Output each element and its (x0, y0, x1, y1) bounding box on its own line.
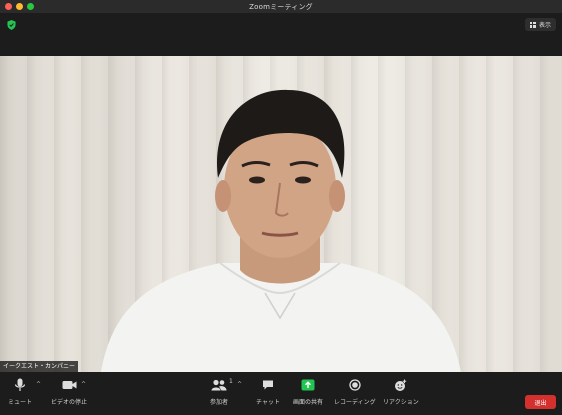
mute-label: ミュート (8, 399, 33, 406)
close-window-button[interactable] (5, 3, 12, 10)
participant-name-label: イークエスト・カンパニー (0, 361, 79, 372)
chat-button[interactable]: チャット (256, 376, 280, 406)
recording-button[interactable]: レコーディング (334, 376, 376, 406)
reactions-label: リアクション (383, 399, 419, 406)
view-label: 表示 (538, 22, 551, 29)
emoji-reaction-icon (392, 376, 410, 394)
reactions-button[interactable]: リアクション (383, 376, 419, 406)
window-controls (5, 3, 34, 10)
chat-label: チャット (256, 399, 280, 406)
participant-video-image (101, 89, 461, 372)
participants-icon (210, 376, 228, 394)
chat-bubble-icon (259, 376, 277, 394)
microphone-icon (11, 376, 29, 394)
window-titlebar: Zoomミーティング (0, 0, 562, 13)
recording-label: レコーディング (334, 399, 376, 406)
share-screen-button[interactable]: 画面の共有 (293, 376, 323, 406)
end-meeting-button[interactable]: 退出 (525, 395, 556, 409)
window-title: Zoomミーティング (249, 2, 313, 11)
participants-button[interactable]: 参加者 (210, 376, 228, 406)
video-feed: イークエスト・カンパニー (0, 56, 562, 372)
participants-count-badge: 1 (229, 378, 233, 385)
mute-button[interactable]: ミュート (8, 376, 32, 406)
view-button[interactable]: 表示 (524, 18, 556, 31)
minimize-window-button[interactable] (16, 3, 23, 10)
stop-video-label: ビデオの停止 (51, 399, 88, 406)
video-options-chevron-icon[interactable]: ^ (81, 381, 86, 388)
participants-label: 参加者 (210, 399, 229, 406)
meeting-toolbar: ミュート ^ ビデオの停止 ^ 参加者 1 ^ チャット 画面の共有 レコーディ… (0, 372, 562, 415)
share-screen-icon (299, 376, 317, 394)
grid-view-icon (529, 21, 536, 28)
participants-options-chevron-icon[interactable]: ^ (237, 381, 242, 388)
record-icon (346, 376, 364, 394)
meeting-topbar: 表示 (0, 13, 562, 56)
video-camera-icon (60, 376, 78, 394)
share-screen-label: 画面の共有 (293, 399, 324, 406)
audio-options-chevron-icon[interactable]: ^ (36, 381, 41, 388)
zoom-window-button[interactable] (27, 3, 34, 10)
security-shield-icon[interactable] (7, 20, 16, 30)
